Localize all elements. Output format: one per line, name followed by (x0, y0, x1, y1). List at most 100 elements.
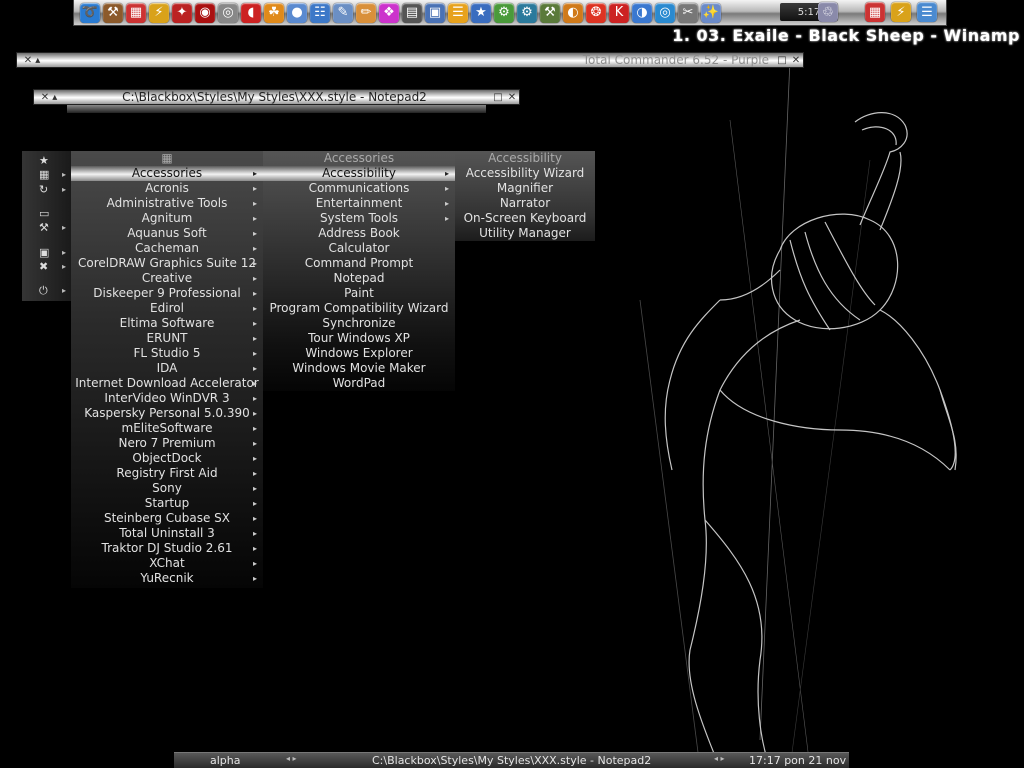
tc-close-left-icon[interactable]: ✕ ▴ (17, 55, 47, 66)
app-wand-icon[interactable]: ✨ (701, 2, 721, 23)
app-cogs-icon[interactable]: ⚙ (517, 2, 537, 23)
menu-item[interactable]: Entertainment ▸ (263, 196, 455, 211)
app-fruity-icon[interactable]: ☘ (264, 2, 284, 23)
menu-item[interactable]: Administrative Tools ▸ (71, 196, 263, 211)
menu-item[interactable]: Creative ▸ (71, 271, 263, 286)
menu-item[interactable]: Synchronize (263, 316, 455, 331)
menu-item[interactable]: Paint (263, 286, 455, 301)
app-orb-icon[interactable]: ◑ (632, 2, 652, 23)
menu-item[interactable]: Steinberg Cubase SX ▸ (71, 511, 263, 526)
menu-item[interactable]: Internet Download Accelerator ▸ (71, 376, 263, 391)
app-calendar2-icon[interactable]: ▦ (865, 2, 885, 22)
menu-item[interactable]: Windows Explorer (263, 346, 455, 361)
menu-item[interactable]: Address Book (263, 226, 455, 241)
app-pac-icon[interactable]: ◖ (241, 2, 261, 23)
app-gear-icon[interactable]: ⚙ (494, 2, 514, 23)
app-earth-icon[interactable]: ◎ (655, 2, 675, 23)
total-commander-titlebar[interactable]: ✕ ▴ Total Commander 6.52 - Purple □ ✕ (16, 52, 804, 68)
menu-item[interactable]: ERUNT ▸ (71, 331, 263, 346)
app-letter-k-icon[interactable]: K (609, 2, 629, 23)
trash-icon[interactable]: ♲ (818, 2, 838, 22)
menu-item[interactable]: Accessibility ▸ (263, 166, 455, 181)
menu-item[interactable]: Nero 7 Premium ▸ (71, 436, 263, 451)
app-book-icon[interactable]: ☷ (310, 2, 330, 23)
app-mask-icon[interactable]: ✦ (172, 2, 192, 23)
windows-icon[interactable]: ▣ (39, 246, 49, 259)
menu-item[interactable]: Accessories ▸ (71, 166, 263, 181)
app-globe-icon[interactable]: ◎ (218, 2, 238, 23)
menu-item[interactable]: Edirol ▸ (71, 301, 263, 316)
folder-icon[interactable]: ▭ (39, 207, 49, 220)
menu-item[interactable]: Utility Manager (455, 226, 595, 241)
menu-item[interactable]: Narrator (455, 196, 595, 211)
menu-item[interactable]: YuRecnik ▸ (71, 571, 263, 586)
app-flash2-icon[interactable]: ⚡ (891, 2, 911, 22)
taskbar-task-notepad[interactable]: C:\Blackbox\Styles\My Styles\XXX.style -… (372, 754, 651, 767)
menu-item[interactable]: Kaspersky Personal 5.0.390 ▸ (71, 406, 263, 421)
tools-icon[interactable]: ✖ (39, 260, 48, 273)
menu-item[interactable]: IDA ▸ (71, 361, 263, 376)
menu-item[interactable]: mEliteSoftware ▸ (71, 421, 263, 436)
menu-item[interactable]: On-Screen Keyboard (455, 211, 595, 226)
menu-item[interactable]: Aquanus Soft ▸ (71, 226, 263, 241)
menu-item[interactable]: Tour Windows XP (263, 331, 455, 346)
menu-item[interactable]: Command Prompt (263, 256, 455, 271)
menu-item[interactable]: Accessibility Wizard (455, 166, 595, 181)
notepad-titlebar[interactable]: ✕ ▴ C:\Blackbox\Styles\My Styles\XXX.sty… (33, 89, 520, 105)
menu-item[interactable]: Traktor DJ Studio 2.61 ▸ (71, 541, 263, 556)
menu-item[interactable]: Communications ▸ (263, 181, 455, 196)
app-disc-icon[interactable]: ● (287, 2, 307, 23)
menu-item[interactable]: Program Compatibility Wizard (263, 301, 455, 316)
task-arrows-icon[interactable]: ◂ ▸ (714, 754, 725, 763)
recent-icon[interactable]: ↻ (39, 183, 48, 196)
app-scissors-icon[interactable]: ✂ (678, 2, 698, 23)
app-lifebuoy-icon[interactable]: ❂ (586, 2, 606, 23)
menu-item[interactable]: CorelDRAW Graphics Suite 12 ▸ (71, 256, 263, 271)
app-sphere-icon[interactable]: ◐ (563, 2, 583, 23)
menu-item[interactable]: Agnitum ▸ (71, 211, 263, 226)
menu-item[interactable]: Startup ▸ (71, 496, 263, 511)
menu-item[interactable]: XChat ▸ (71, 556, 263, 571)
tc-close-icon[interactable]: ✕ (789, 55, 803, 66)
menu-item[interactable]: Registry First Aid ▸ (71, 466, 263, 481)
programs-icon[interactable]: ▦ (39, 168, 49, 181)
menu-item[interactable]: InterVideo WinDVR 3 ▸ (71, 391, 263, 406)
app-star-icon[interactable]: ★ (471, 2, 491, 23)
np-close-left-icon[interactable]: ✕ ▴ (34, 92, 64, 103)
menu-item[interactable]: Windows Movie Maker (263, 361, 455, 376)
menu-item[interactable]: FL Studio 5 ▸ (71, 346, 263, 361)
menu-item[interactable]: Total Uninstall 3 ▸ (71, 526, 263, 541)
menu-item[interactable]: Diskeeper 9 Professional ▸ (71, 286, 263, 301)
menu-item[interactable]: ObjectDock ▸ (71, 451, 263, 466)
app-calendar-icon[interactable]: ▦ (126, 2, 146, 23)
menu-item[interactable]: Sony ▸ (71, 481, 263, 496)
menu-item[interactable]: Acronis ▸ (71, 181, 263, 196)
app-tool-icon[interactable]: ⚒ (103, 2, 123, 23)
app-tools-icon[interactable]: ⚒ (540, 2, 560, 23)
app-record-icon[interactable]: ◉ (195, 2, 215, 23)
workspace-name[interactable]: alpha (210, 754, 241, 767)
menu-item[interactable]: Calculator (263, 241, 455, 256)
app-notepad-icon[interactable]: ✎ (333, 2, 353, 23)
workspace-arrows-icon[interactable]: ◂ ▸ (286, 754, 297, 763)
app-film-icon[interactable]: ▤ (402, 2, 422, 23)
app-pens-icon[interactable]: ✏ (356, 2, 376, 23)
app-swirl-icon[interactable]: ➰ (80, 2, 100, 23)
menu-item[interactable]: Eltima Software ▸ (71, 316, 263, 331)
power-icon[interactable]: ⏻ (39, 284, 48, 298)
tc-minimize-icon[interactable]: □ (775, 55, 789, 66)
menu-item[interactable]: Cacheman ▸ (71, 241, 263, 256)
app-monitor-icon[interactable]: ▣ (425, 2, 445, 23)
app-notes-icon[interactable]: ☰ (917, 2, 937, 22)
star-icon[interactable]: ★ (39, 154, 49, 167)
menu-item[interactable]: System Tools ▸ (263, 211, 455, 226)
app-doc-icon[interactable]: ☰ (448, 2, 468, 23)
app-palette-icon[interactable]: ❖ (379, 2, 399, 23)
np-close-icon[interactable]: ✕ (505, 92, 519, 103)
menu-item[interactable]: Notepad (263, 271, 455, 286)
settings-icon[interactable]: ⚒ (39, 221, 49, 234)
menu-item[interactable]: WordPad (263, 376, 455, 391)
app-flash-icon[interactable]: ⚡ (149, 2, 169, 23)
np-minimize-icon[interactable]: □ (491, 92, 505, 103)
menu-item[interactable]: Magnifier (455, 181, 595, 196)
